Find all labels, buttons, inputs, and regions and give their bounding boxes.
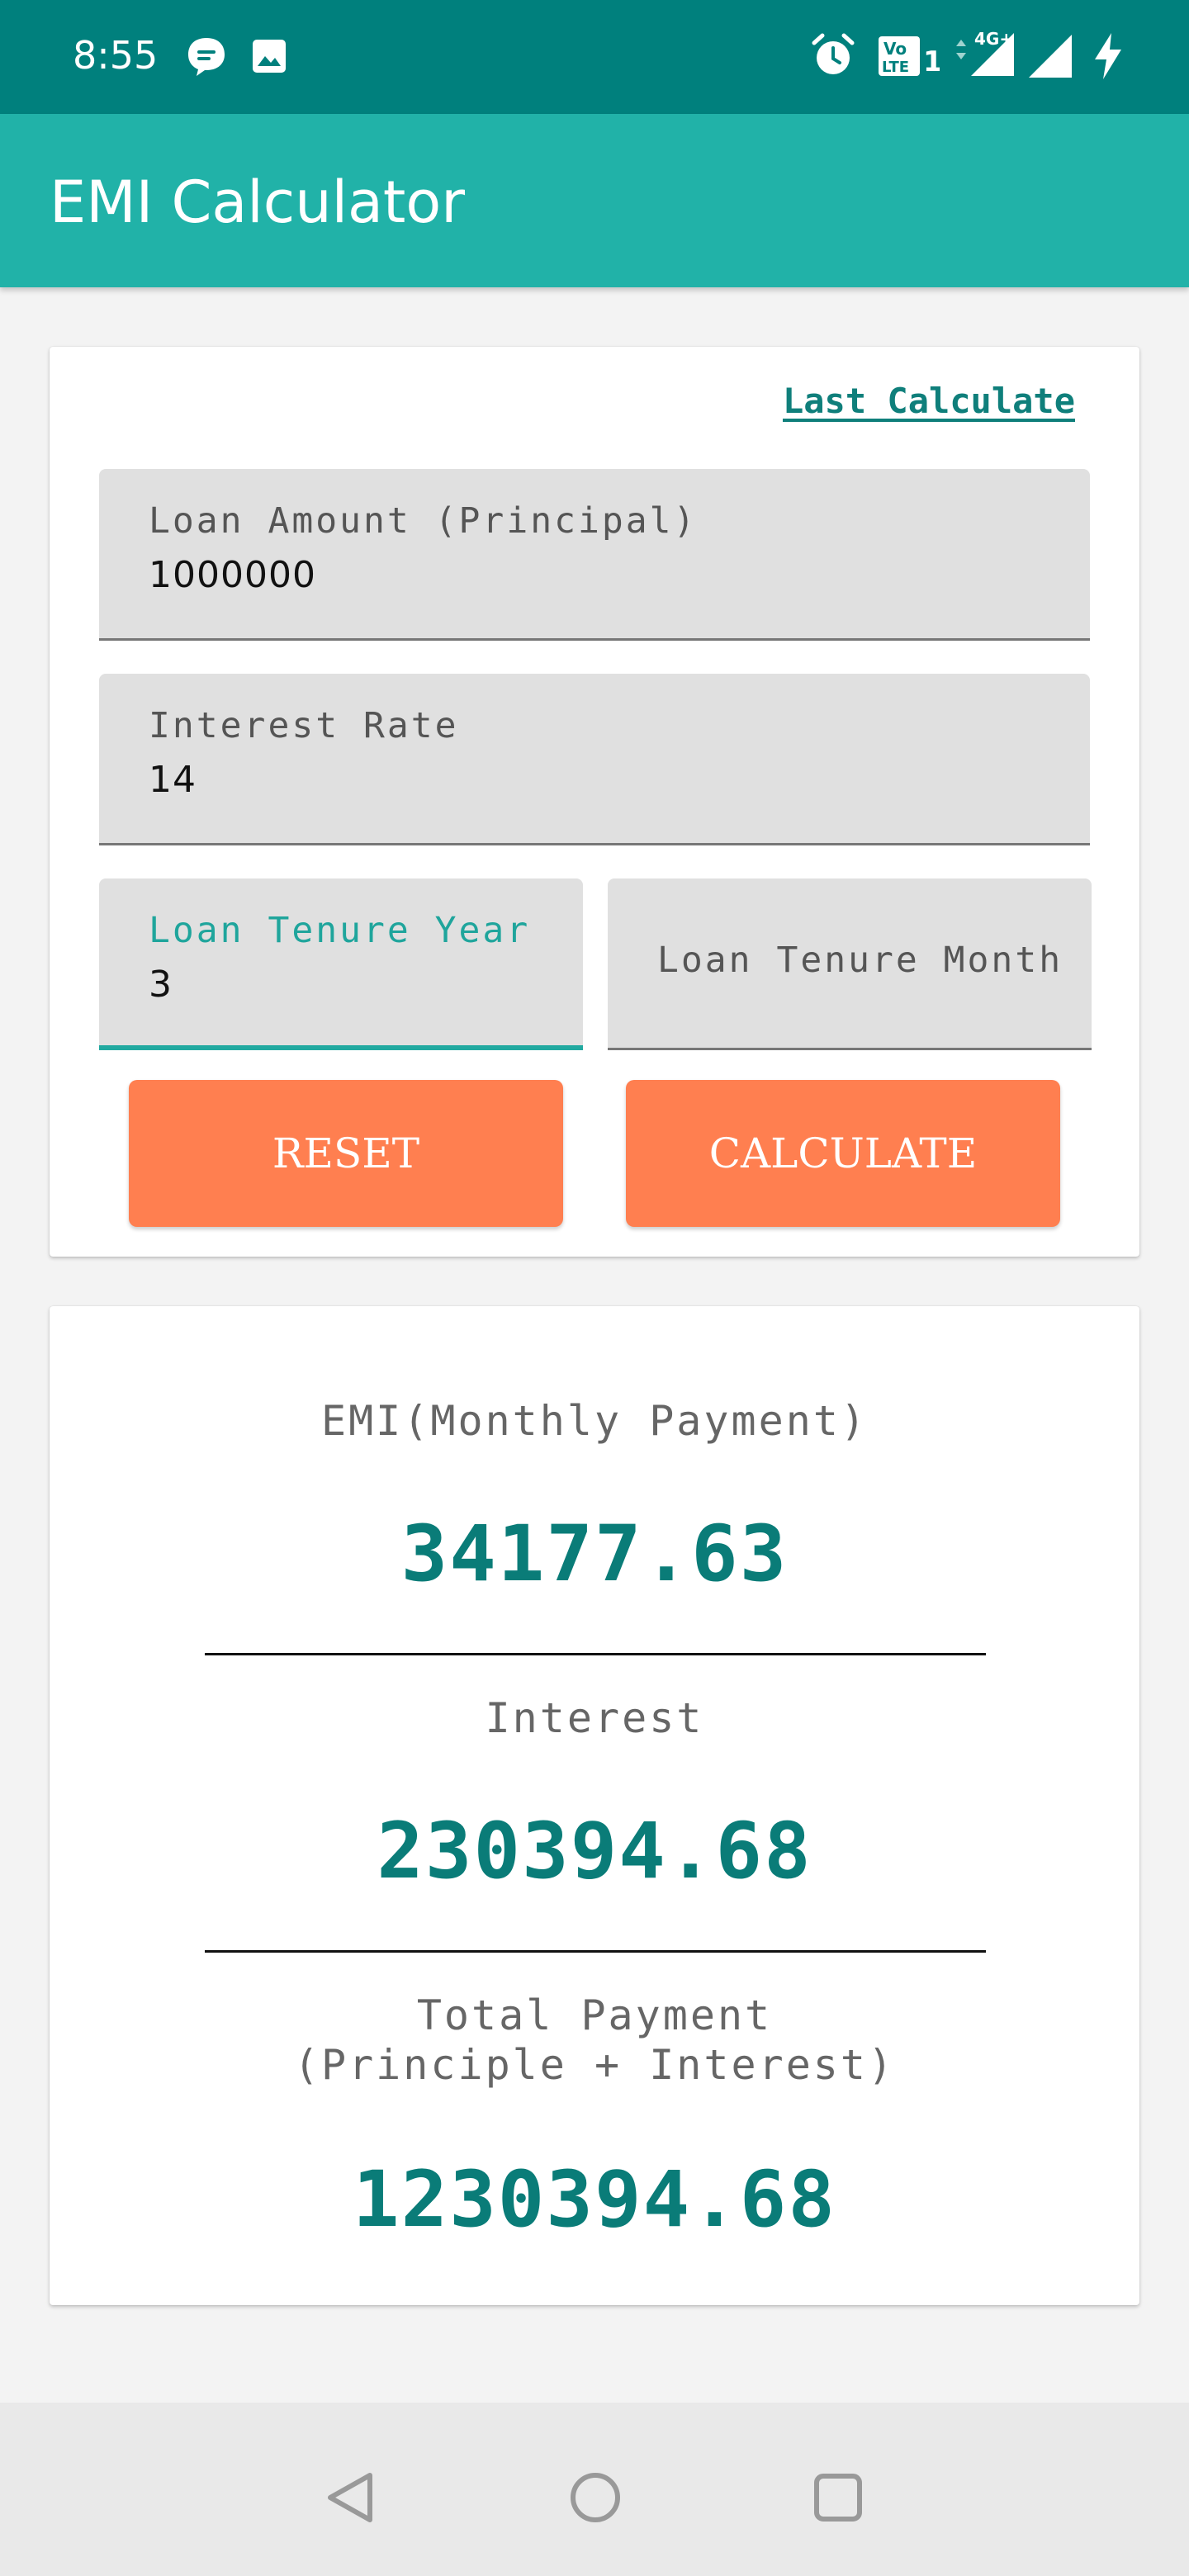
- divider: [205, 1950, 986, 1953]
- chat-bubble-icon: [188, 38, 225, 76]
- interest-rate-value: 14: [149, 759, 197, 801]
- loan-tenure-year-value: 3: [149, 964, 173, 1006]
- total-payment-value: 1230394.68: [353, 2155, 836, 2245]
- recents-icon[interactable]: [809, 2469, 867, 2526]
- signal-4g-icon: 4G+: [956, 30, 1014, 76]
- svg-text:LTE: LTE: [882, 59, 909, 76]
- interest-value: 230394.68: [377, 1807, 812, 1896]
- home-icon[interactable]: [566, 2469, 624, 2526]
- loan-tenure-year-field[interactable]: Loan Tenure Year 3: [99, 878, 583, 1050]
- app-bar: EMI Calculator: [0, 114, 1189, 287]
- loan-amount-label: Loan Amount (Principal): [149, 500, 698, 542]
- image-icon: [253, 40, 286, 73]
- status-bar: 8:55 Vo LTE 1 4G+: [0, 0, 1189, 114]
- emi-label: EMI(Monthly Payment): [320, 1397, 869, 1445]
- calculate-button[interactable]: CALCULATE: [626, 1080, 1060, 1227]
- loan-tenure-month-field[interactable]: Loan Tenure Month: [608, 878, 1092, 1050]
- last-calculate-link[interactable]: Last Calculate: [783, 378, 1075, 424]
- svg-text:Vo: Vo: [883, 39, 907, 59]
- total-payment-sublabel: (Principle + Interest): [293, 2041, 896, 2089]
- loan-input-card: Last Calculate Loan Amount (Principal) 1…: [50, 347, 1139, 1257]
- back-icon[interactable]: [322, 2469, 380, 2526]
- loan-tenure-month-label: Loan Tenure Month: [657, 940, 1063, 981]
- battery-charging-icon: [1095, 33, 1121, 79]
- app-title: EMI Calculator: [50, 168, 465, 236]
- total-payment-label: Total Payment: [416, 1991, 773, 2039]
- alarm-icon: [812, 33, 855, 74]
- signal-icon: [1029, 35, 1072, 78]
- divider: [205, 1653, 986, 1655]
- interest-label: Interest: [485, 1694, 704, 1742]
- status-time: 8:55: [73, 33, 159, 78]
- loan-tenure-year-label: Loan Tenure Year: [149, 910, 531, 951]
- emi-value: 34177.63: [400, 1509, 789, 1599]
- interest-rate-field[interactable]: Interest Rate 14: [99, 674, 1090, 845]
- volte-icon: Vo LTE 1: [879, 36, 940, 78]
- reset-button[interactable]: RESET: [129, 1080, 563, 1227]
- loan-amount-value: 1000000: [149, 554, 316, 596]
- results-card: EMI(Monthly Payment) 34177.63 Interest 2…: [50, 1306, 1139, 2305]
- navigation-bar: [0, 2403, 1189, 2576]
- svg-text:1: 1: [923, 45, 940, 78]
- interest-rate-label: Interest Rate: [149, 705, 459, 746]
- loan-amount-field[interactable]: Loan Amount (Principal) 1000000: [99, 469, 1090, 641]
